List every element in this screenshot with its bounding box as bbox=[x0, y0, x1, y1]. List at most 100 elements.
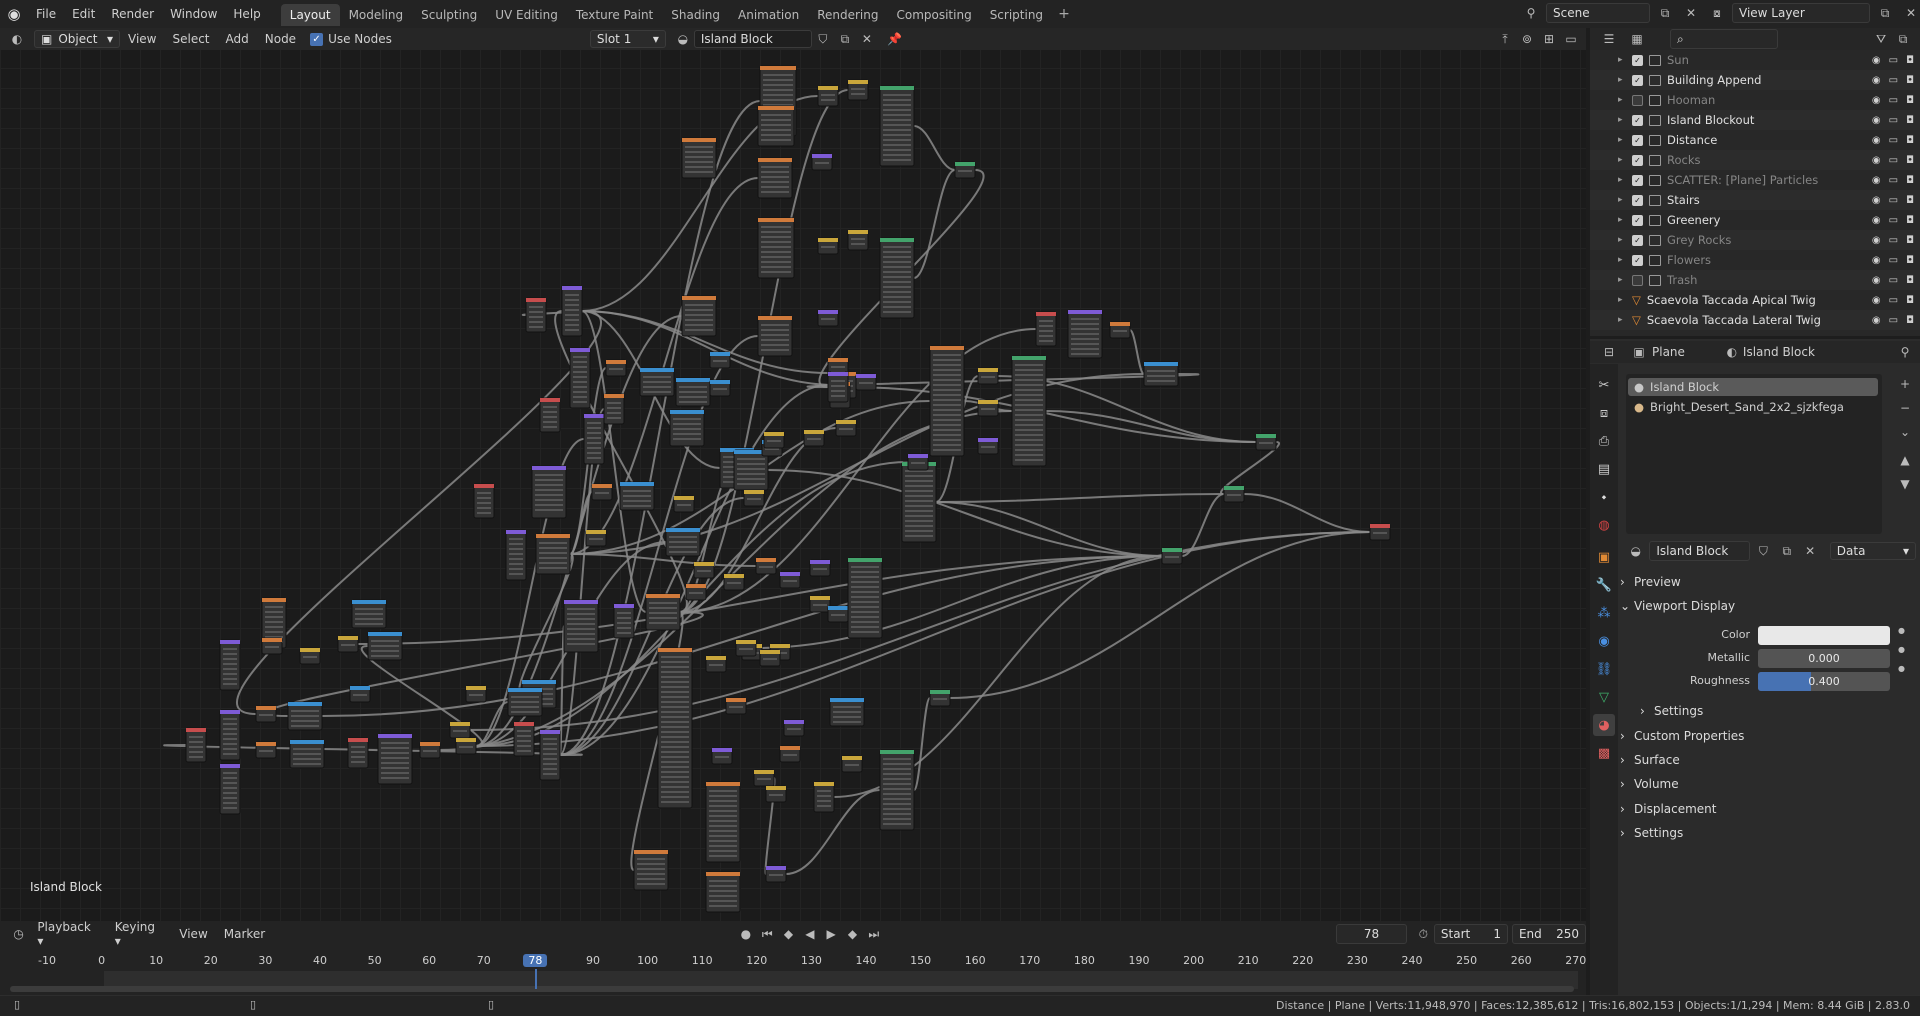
shader-node[interactable] bbox=[657, 647, 693, 809]
jump-end-icon[interactable]: ⏭ bbox=[863, 924, 884, 944]
keyframe-dot-icon[interactable]: ● bbox=[1898, 626, 1905, 635]
shader-node[interactable] bbox=[539, 397, 561, 433]
outliner-item-label[interactable]: Island Blockout bbox=[1667, 113, 1754, 127]
shader-node[interactable] bbox=[709, 351, 731, 369]
eye-icon[interactable]: ◉ bbox=[1872, 115, 1881, 126]
shader-node[interactable] bbox=[809, 559, 831, 577]
pin-icon[interactable]: 📌 bbox=[884, 29, 906, 49]
shader-node[interactable] bbox=[1011, 355, 1047, 467]
menu-select[interactable]: Select bbox=[164, 32, 217, 46]
eye-icon[interactable]: ◉ bbox=[1872, 215, 1881, 226]
outliner-item-label[interactable]: Stairs bbox=[1667, 193, 1700, 207]
duplicate-material-icon[interactable]: ⧉ bbox=[834, 29, 856, 49]
jump-start-icon[interactable]: ⏮ bbox=[757, 924, 778, 944]
expand-arrow-icon[interactable]: ▸ bbox=[1618, 235, 1632, 245]
shader-node[interactable] bbox=[835, 419, 857, 437]
outliner-item-label[interactable]: Greenery bbox=[1667, 213, 1720, 227]
shader-node[interactable] bbox=[539, 729, 561, 781]
exclude-checkbox[interactable]: ✓ bbox=[1632, 194, 1643, 206]
exclude-checkbox[interactable] bbox=[1632, 94, 1643, 106]
shader-node[interactable] bbox=[351, 599, 387, 629]
menu-render[interactable]: Render bbox=[103, 0, 162, 28]
expand-arrow-icon[interactable]: ▸ bbox=[1618, 75, 1632, 85]
monitor-icon[interactable]: ▭ bbox=[1889, 235, 1898, 246]
shader-node[interactable] bbox=[765, 865, 787, 883]
shader-node[interactable] bbox=[705, 781, 741, 863]
shader-node[interactable] bbox=[633, 849, 669, 891]
expand-arrow-icon[interactable]: ▸ bbox=[1618, 115, 1632, 125]
shader-node[interactable] bbox=[367, 631, 403, 661]
shader-node[interactable] bbox=[289, 739, 325, 769]
view-layer-field[interactable]: View Layer bbox=[1732, 3, 1870, 23]
shader-node[interactable] bbox=[757, 157, 793, 199]
shader-node[interactable] bbox=[779, 571, 801, 589]
camera-icon[interactable]: ◘ bbox=[1906, 75, 1914, 86]
shader-node[interactable] bbox=[757, 105, 795, 147]
shader-node[interactable] bbox=[685, 583, 707, 601]
pin-icon[interactable]: ⚲ bbox=[1894, 342, 1916, 362]
eye-icon[interactable]: ◉ bbox=[1872, 275, 1881, 286]
monitor-icon[interactable]: ▭ bbox=[1889, 95, 1898, 106]
shader-node[interactable] bbox=[465, 685, 487, 703]
shader-node[interactable] bbox=[817, 237, 839, 255]
shader-node[interactable] bbox=[977, 399, 999, 417]
editor-type-icon[interactable]: ◐ bbox=[6, 29, 28, 49]
outliner-search-input[interactable]: ⌕ bbox=[1670, 29, 1778, 49]
slot-dropdown[interactable]: Slot 1 ▾ bbox=[589, 30, 666, 48]
shader-node[interactable] bbox=[879, 85, 915, 167]
eye-icon[interactable]: ◉ bbox=[1872, 155, 1881, 166]
move-up-icon[interactable]: ▲ bbox=[1894, 450, 1916, 470]
shader-node[interactable] bbox=[1035, 311, 1057, 347]
new-scene-icon[interactable]: ⧉ bbox=[1654, 3, 1676, 23]
shader-node[interactable] bbox=[723, 573, 745, 591]
shader-node[interactable] bbox=[591, 483, 613, 501]
object-tab-icon[interactable]: ▣ bbox=[1593, 546, 1615, 568]
shader-node[interactable] bbox=[563, 599, 599, 653]
fake-user-shield-icon[interactable]: ⛉ bbox=[812, 29, 834, 49]
outliner-row[interactable]: ▸ ▽ Scaevola Taccada Apical Twig ◉ ▭ ◘ bbox=[1590, 290, 1920, 310]
shader-node[interactable] bbox=[829, 697, 865, 727]
shader-node[interactable] bbox=[1109, 321, 1131, 339]
shader-node[interactable] bbox=[583, 413, 605, 465]
exclude-checkbox[interactable]: ✓ bbox=[1632, 214, 1643, 226]
timeline-scrollbar[interactable] bbox=[10, 986, 1574, 992]
render-tab-icon[interactable]: ⧈ bbox=[1593, 402, 1615, 424]
shader-node[interactable] bbox=[347, 737, 369, 769]
camera-icon[interactable]: ◘ bbox=[1906, 295, 1914, 306]
shader-node[interactable] bbox=[735, 639, 757, 657]
expand-arrow-icon[interactable]: ▸ bbox=[1618, 95, 1632, 105]
shader-node[interactable] bbox=[1143, 361, 1179, 387]
eye-icon[interactable]: ◉ bbox=[1872, 95, 1881, 106]
menu-node[interactable]: Node bbox=[257, 32, 304, 46]
exclude-checkbox[interactable]: ✓ bbox=[1632, 174, 1643, 186]
monitor-icon[interactable]: ▭ bbox=[1889, 195, 1898, 206]
editor-type-icon[interactable]: ⊟ bbox=[1598, 342, 1620, 362]
fake-user-shield-icon[interactable]: ⛉ bbox=[1754, 541, 1773, 561]
shader-node[interactable] bbox=[255, 741, 277, 759]
shader-node[interactable] bbox=[803, 429, 825, 447]
tab-modeling[interactable]: Modeling bbox=[340, 4, 413, 26]
blender-logo-icon[interactable]: ◉ bbox=[0, 0, 28, 28]
shader-node[interactable] bbox=[929, 689, 951, 707]
shader-node[interactable] bbox=[847, 229, 869, 251]
overlay-icon[interactable]: ▭ bbox=[1560, 29, 1582, 49]
unlink-material-icon[interactable]: ✕ bbox=[856, 29, 878, 49]
shader-node[interactable] bbox=[811, 153, 833, 171]
link-dropdown[interactable]: Data ▾ bbox=[1829, 542, 1916, 560]
tab-layout[interactable]: Layout bbox=[280, 4, 340, 26]
exclude-checkbox[interactable]: ✓ bbox=[1632, 154, 1643, 166]
end-frame-field[interactable]: End 250 bbox=[1511, 924, 1587, 944]
texture-tab-icon[interactable]: ▩ bbox=[1593, 742, 1615, 764]
shader-node[interactable] bbox=[349, 685, 371, 703]
slot-specials-icon[interactable]: ⌄ bbox=[1894, 422, 1916, 442]
outliner-item-label[interactable]: Hooman bbox=[1667, 93, 1715, 107]
monitor-icon[interactable]: ▭ bbox=[1889, 155, 1898, 166]
tab-uv-editing[interactable]: UV Editing bbox=[486, 4, 567, 26]
scene-field[interactable]: Scene bbox=[1546, 3, 1650, 23]
expand-arrow-icon[interactable]: ▸ bbox=[1618, 195, 1632, 205]
camera-icon[interactable]: ◘ bbox=[1906, 315, 1914, 326]
shader-node[interactable] bbox=[1223, 485, 1245, 503]
shader-node[interactable] bbox=[219, 763, 241, 815]
outliner-row[interactable]: ▸ ✓ Rocks ◉ ▭ ◘ bbox=[1590, 150, 1920, 170]
camera-icon[interactable]: ◘ bbox=[1906, 55, 1914, 66]
